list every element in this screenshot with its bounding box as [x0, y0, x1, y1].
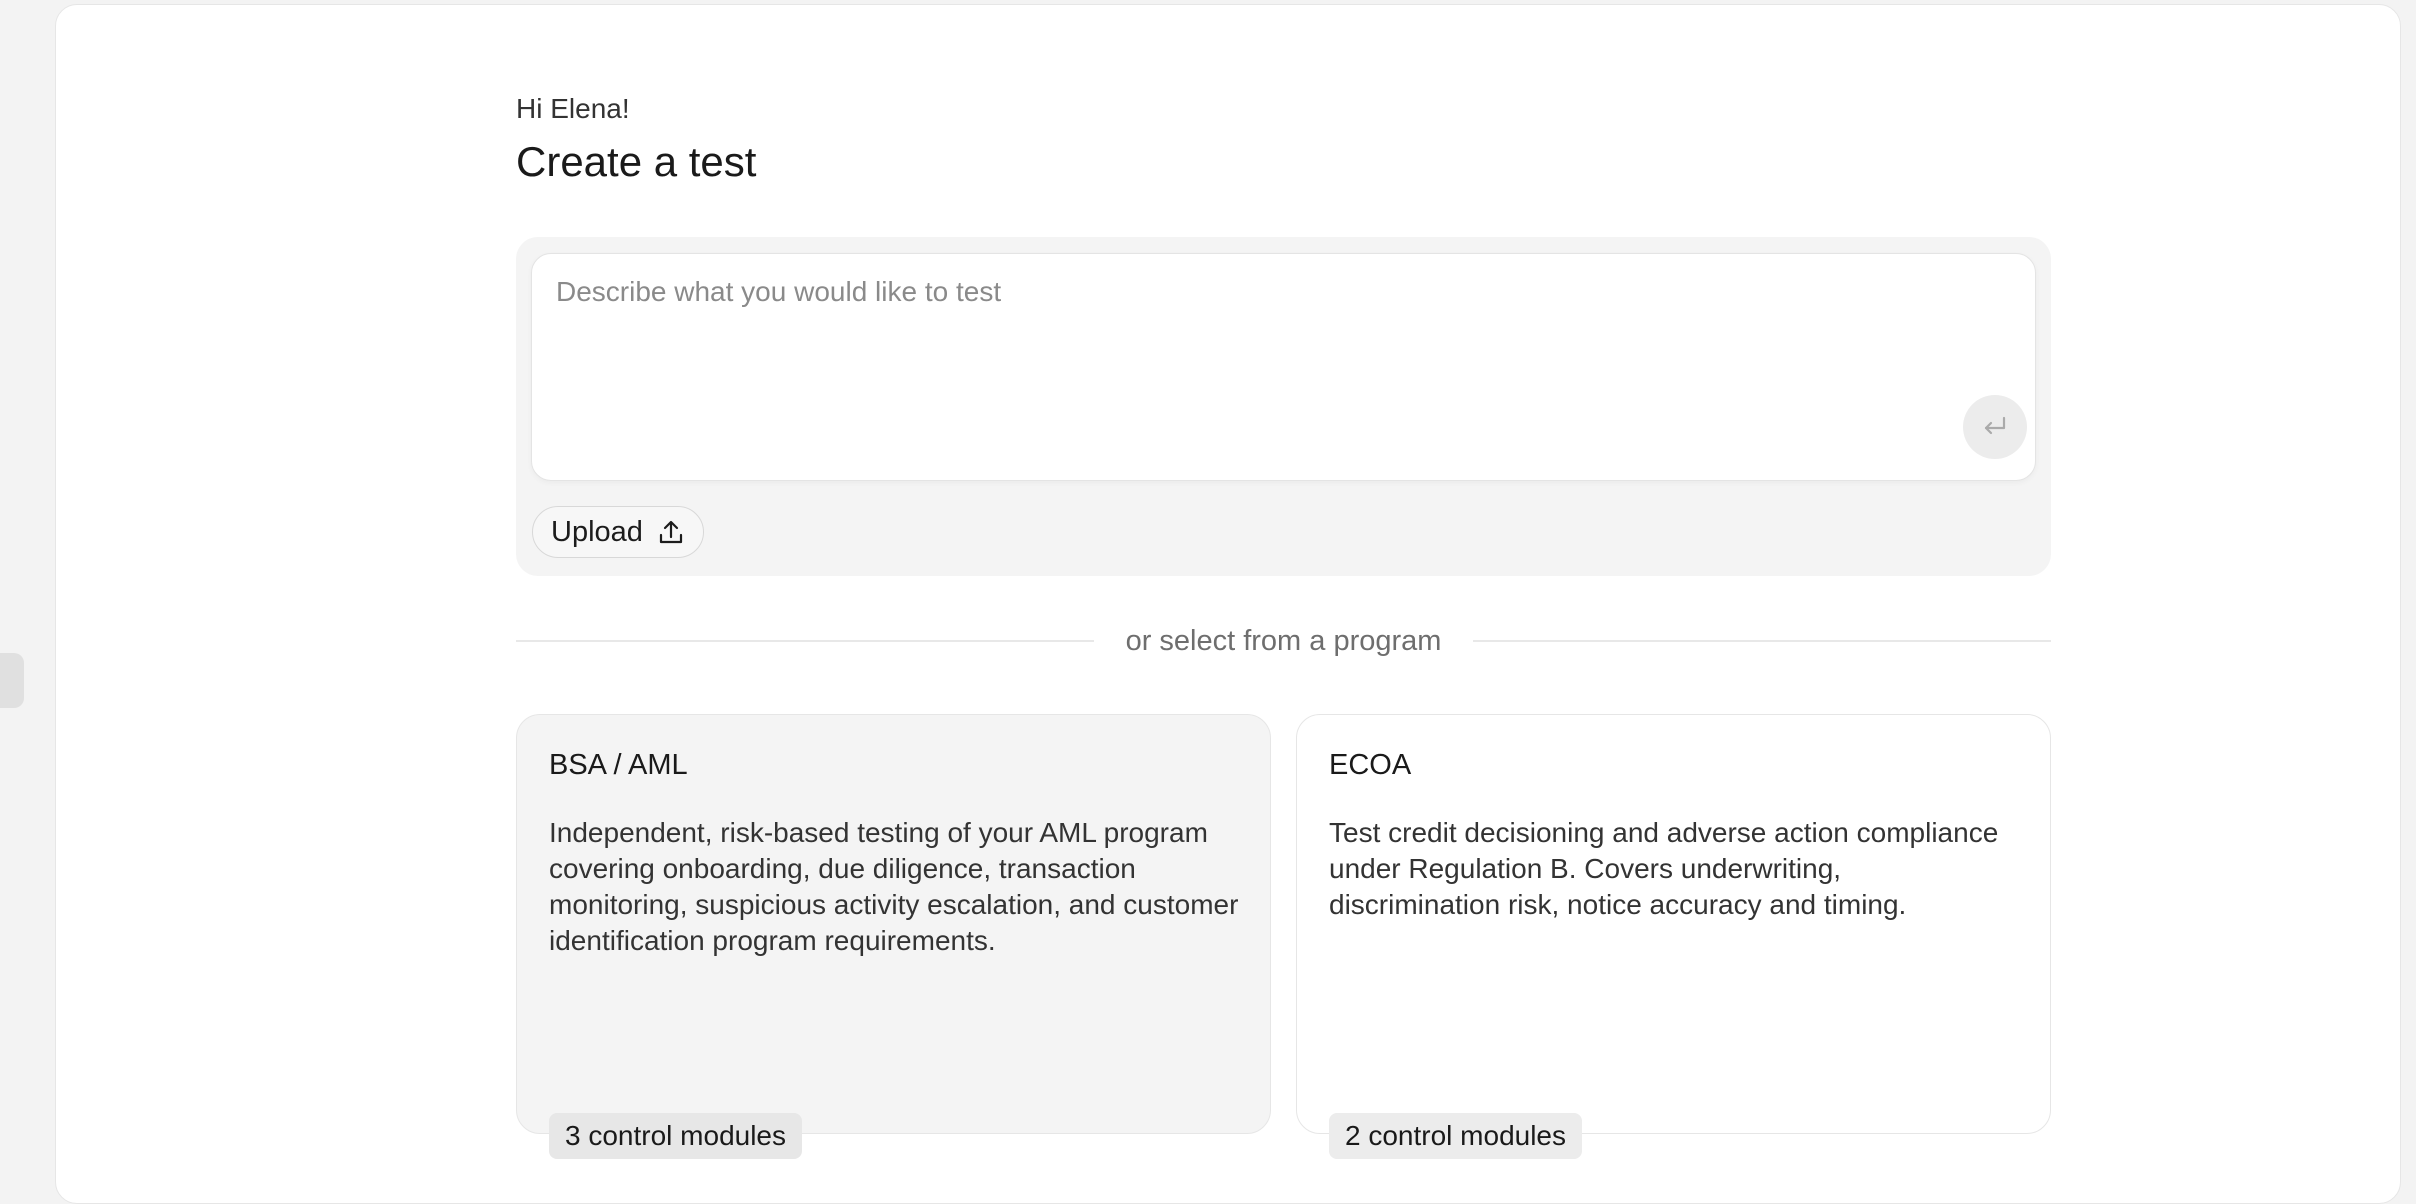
program-card-description: Test credit decisioning and adverse acti…	[1329, 817, 1999, 920]
control-modules-badge: 3 control modules	[549, 1113, 803, 1159]
prompt-box	[531, 253, 2036, 481]
divider-line-left	[516, 640, 1094, 642]
divider-line-right	[1473, 640, 2052, 642]
sidebar-toggle-handle[interactable]	[0, 653, 24, 708]
control-modules-badge: 2 control modules	[1329, 1113, 1583, 1159]
send-button[interactable]	[1963, 395, 2027, 459]
program-card-bsa-aml[interactable]: BSA / AML Independent, risk-based testin…	[516, 714, 1271, 1159]
program-card-title: ECOA	[1329, 749, 1412, 781]
program-card-title: BSA / AML	[549, 749, 688, 781]
program-divider: or select from a program	[516, 621, 2052, 661]
program-cards: BSA / AML Independent, risk-based testin…	[516, 714, 2051, 1159]
enter-return-icon	[1984, 416, 2006, 435]
test-description-input[interactable]	[554, 274, 1998, 408]
divider-text: or select from a program	[1125, 624, 1442, 657]
upload-label: Upload	[551, 515, 643, 548]
test-composer: Upload	[516, 237, 2051, 576]
page-title: Create a test	[516, 138, 757, 185]
program-card-ecoa[interactable]: ECOA Test credit decisioning and adverse…	[1296, 714, 2051, 1159]
create-test-content: Hi Elena! Create a test Upload	[516, 91, 2052, 1159]
upload-button[interactable]: Upload	[532, 506, 704, 558]
main-panel: Hi Elena! Create a test Upload	[55, 4, 2401, 1204]
greeting-text: Hi Elena!	[516, 93, 630, 124]
program-card-description: Independent, risk-based testing of your …	[549, 817, 1239, 956]
upload-icon	[659, 520, 683, 544]
